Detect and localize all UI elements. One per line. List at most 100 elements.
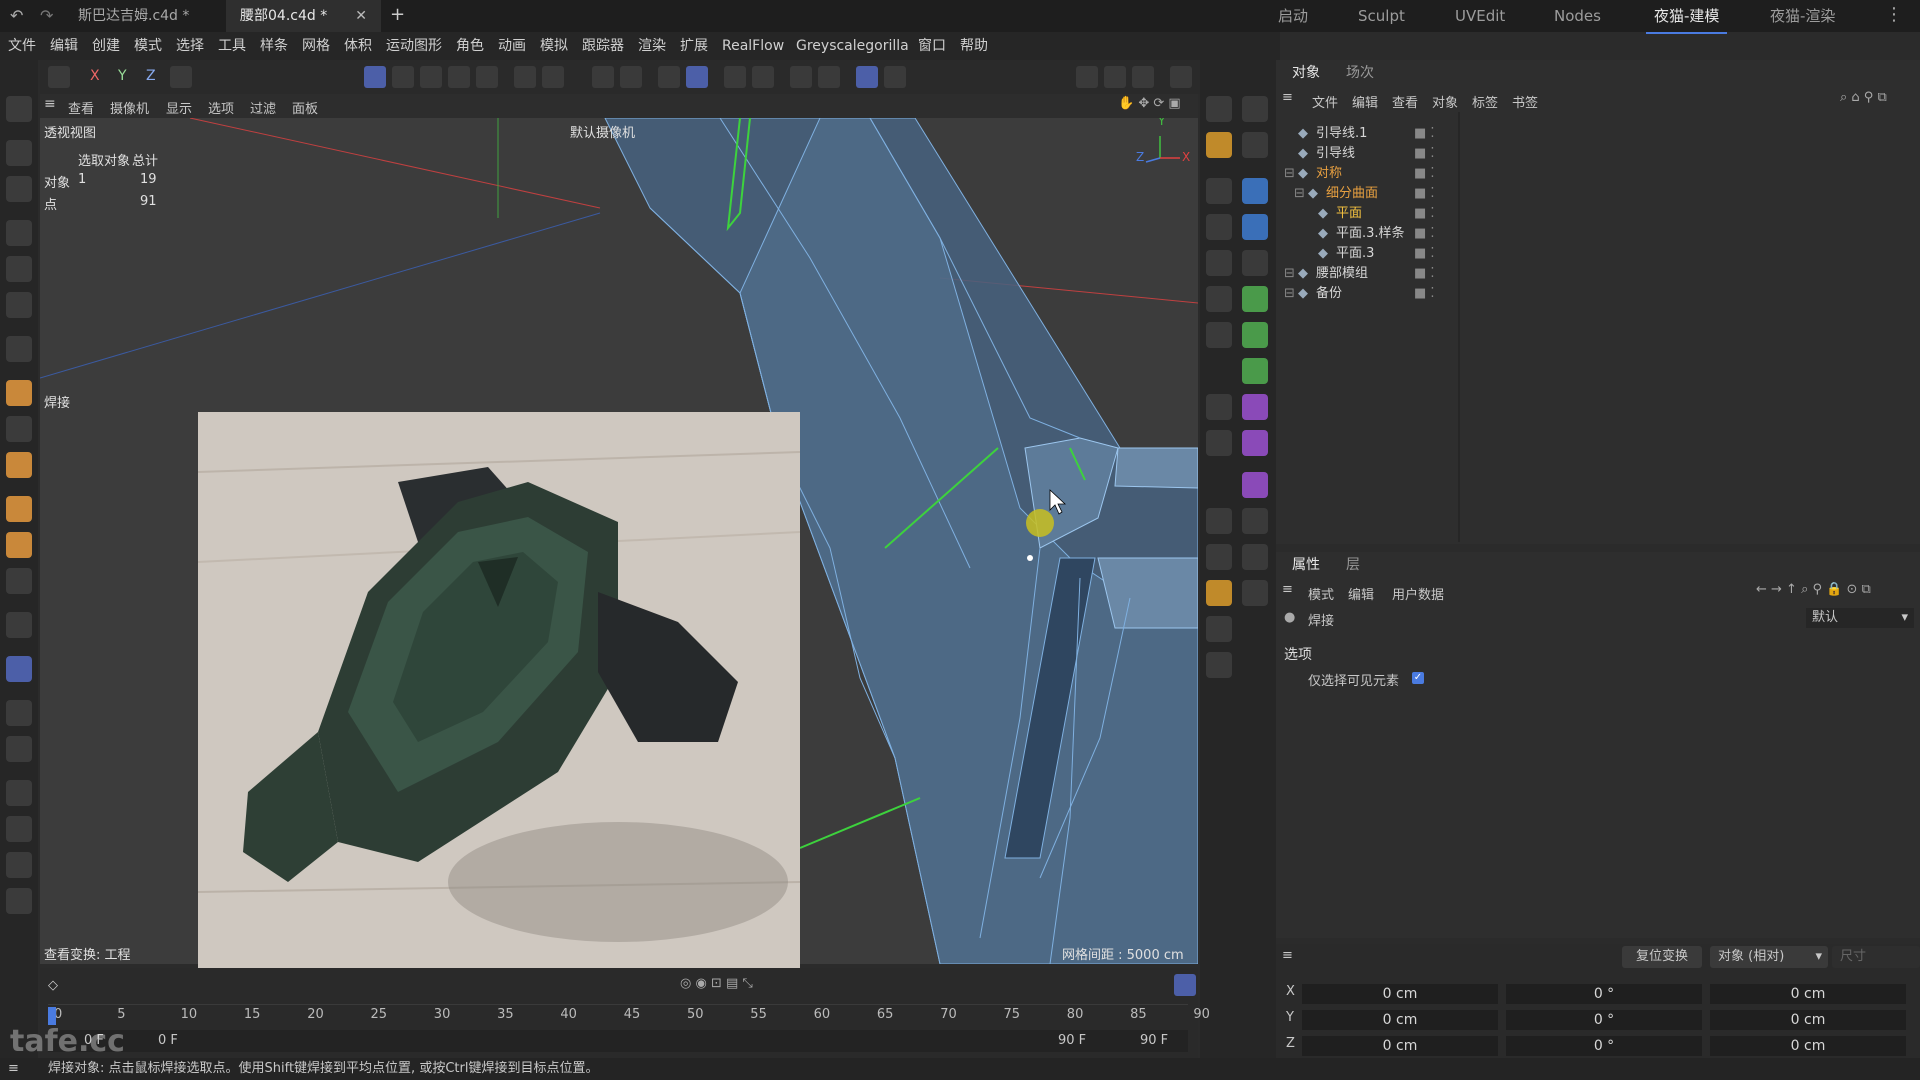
globe-icon[interactable] [1242,508,1268,534]
snap-icon[interactable] [6,852,32,878]
close-tab-icon[interactable]: ✕ [355,8,367,24]
menu-mode[interactable]: 模式 [134,32,162,60]
coord-mode-dropdown[interactable]: 对象 (相对) ▾ [1710,946,1828,968]
axis-x-toggle[interactable]: X [90,68,100,84]
keyframe-icon[interactable]: ◇ [48,978,58,993]
coord-rotation-field[interactable]: 0 ° [1506,984,1702,1004]
sparkle-icon[interactable] [1206,616,1232,642]
reset-transform-button[interactable]: 复位变换 [1622,946,1702,968]
menu-mesh[interactable]: 网格 [302,32,330,60]
render-picture-icon[interactable] [1104,66,1126,88]
coord-position-field[interactable]: 0 cm [1302,984,1498,1004]
settings-icon[interactable] [620,66,642,88]
objmgr-menu-tags[interactable]: 标签 [1472,92,1498,111]
eye-icon[interactable] [1206,544,1232,570]
light-icon[interactable] [1242,580,1268,606]
coord-size-field[interactable]: 0 cm [1710,1036,1906,1056]
menu-window[interactable]: 窗口 [918,32,946,60]
object-row[interactable]: ⊟ ◆ 细分曲面 ■ ⁚ [1276,184,1920,204]
box-select-icon[interactable] [6,176,32,202]
tab-objects[interactable]: 对象 [1292,60,1320,86]
size-dropdown[interactable]: 尺寸 [1832,946,1920,968]
layout-startup[interactable]: 启动 [1278,0,1308,32]
weld-tool-icon[interactable] [6,656,32,682]
visibility-toggle-icon[interactable]: ■ ⁚ [1414,284,1435,304]
knife-icon[interactable] [6,612,32,638]
more-menu-icon[interactable]: ⋮ [1885,4,1903,25]
layout-sculpt[interactable]: Sculpt [1358,0,1405,32]
attr-menu-userdata[interactable]: 用户数据 [1392,584,1444,603]
coord-rotation-field[interactable]: 0 ° [1506,1036,1702,1056]
viewport-menu-display[interactable]: 显示 [166,98,192,117]
object-row[interactable]: ◆ 引导线.1 ■ ⁚ [1276,124,1920,144]
redo-icon[interactable]: ↷ [40,6,53,25]
add-tab-button[interactable]: + [390,4,405,25]
bridge-icon[interactable] [6,568,32,594]
object-name[interactable]: 引导线 [1316,144,1355,164]
menu-volume[interactable]: 体积 [344,32,372,60]
measure-icon[interactable] [1206,322,1232,348]
hamburger-icon[interactable]: ≡ [44,96,56,112]
field-icon[interactable] [1242,430,1268,456]
move-icon[interactable] [6,220,32,246]
visibility-toggle-icon[interactable]: ■ ⁚ [1414,224,1435,244]
visibility-toggle-icon[interactable]: ■ ⁚ [1414,124,1435,144]
brush-icon[interactable] [6,380,32,406]
expand-icon[interactable]: ⊟ [1284,284,1295,304]
undo-icon[interactable]: ↶ [10,6,23,25]
menu-greyscalegorilla[interactable]: Greyscalegorilla [796,32,909,60]
playhead[interactable] [48,1007,56,1025]
generator-icon[interactable] [1242,286,1268,312]
brush-tool-icon[interactable] [1206,286,1232,312]
spline-deformer-icon[interactable] [1242,472,1268,498]
visibility-toggle-icon[interactable]: ■ ⁚ [1414,164,1435,184]
snap-grid-icon[interactable] [658,66,680,88]
end-frame-preview[interactable]: 90 F [1140,1033,1168,1048]
object-row[interactable]: ◆ 平面.3 ■ ⁚ [1276,244,1920,264]
end-frame[interactable]: 90 F [1058,1033,1086,1048]
expand-icon[interactable]: ⊟ [1284,164,1295,184]
axis-icon[interactable] [1206,652,1232,678]
workplane-icon[interactable] [6,888,32,914]
menu-spline[interactable]: 样条 [260,32,288,60]
visibility-toggle-icon[interactable]: ■ ⁚ [1414,204,1435,224]
layout-modeling[interactable]: 夜猫-建模 [1646,0,1728,34]
render-view-icon[interactable] [1076,66,1098,88]
object-name[interactable]: 引导线.1 [1316,124,1367,144]
inner-extrude-icon[interactable] [6,532,32,558]
object-name[interactable]: 平面.3.样条 [1336,224,1405,244]
nav-arrows-icon[interactable]: ← → ↑ ⌕ ⚲ 🔒 ⊙ ⧉ [1756,582,1871,597]
snap-enable-icon[interactable] [686,66,708,88]
magnet-icon[interactable] [6,816,32,842]
search-icon[interactable] [6,96,32,122]
objmgr-menu-object[interactable]: 对象 [1432,92,1458,111]
object-row[interactable]: ⊟ ◆ 对称 ■ ⁚ [1276,164,1920,184]
visibility-toggle-icon[interactable]: ■ ⁚ [1414,264,1435,284]
object-row[interactable]: ◆ 平面 ■ ⁚ [1276,204,1920,224]
document-tab-1[interactable]: 斯巴达吉姆.c4d * [64,0,203,32]
camera-label[interactable]: 默认摄像机 [570,122,635,141]
viewport-menu-options[interactable]: 选项 [208,98,234,117]
expand-timeline-icon[interactable] [1174,974,1196,996]
gear-icon[interactable] [818,66,840,88]
coord-size-field[interactable]: 0 cm [1710,1010,1906,1030]
viewport-menu-camera[interactable]: 摄像机 [110,98,149,117]
frame-ruler[interactable]: 0 5 10 15 20 25 30 35 40 45 50 55 60 65 70 75 80 85 90 [48,1004,1210,1027]
live-select-icon[interactable] [6,140,32,166]
hamburger-icon[interactable]: ≡ [1282,948,1293,963]
transform-icon[interactable] [1242,132,1268,158]
axis-z-toggle[interactable]: Z [146,68,156,84]
hamburger-icon[interactable]: ≡ [8,1058,19,1080]
tab-layers[interactable]: 层 [1346,552,1360,578]
scale-icon[interactable] [6,292,32,318]
menu-select[interactable]: 选择 [176,32,204,60]
points-mode-icon[interactable] [392,66,414,88]
uv-mode-icon[interactable] [476,66,498,88]
visibility-toggle-icon[interactable]: ■ ⁚ [1414,144,1435,164]
viewport-menu-panel[interactable]: 面板 [292,98,318,117]
visibility-icon[interactable] [1206,508,1232,534]
objmgr-menu-bookmarks[interactable]: 书签 [1512,92,1538,111]
viewport-menu-filter[interactable]: 过滤 [250,98,276,117]
render-settings-icon[interactable] [1132,66,1154,88]
visibility-toggle-icon[interactable]: ■ ⁚ [1414,184,1435,204]
